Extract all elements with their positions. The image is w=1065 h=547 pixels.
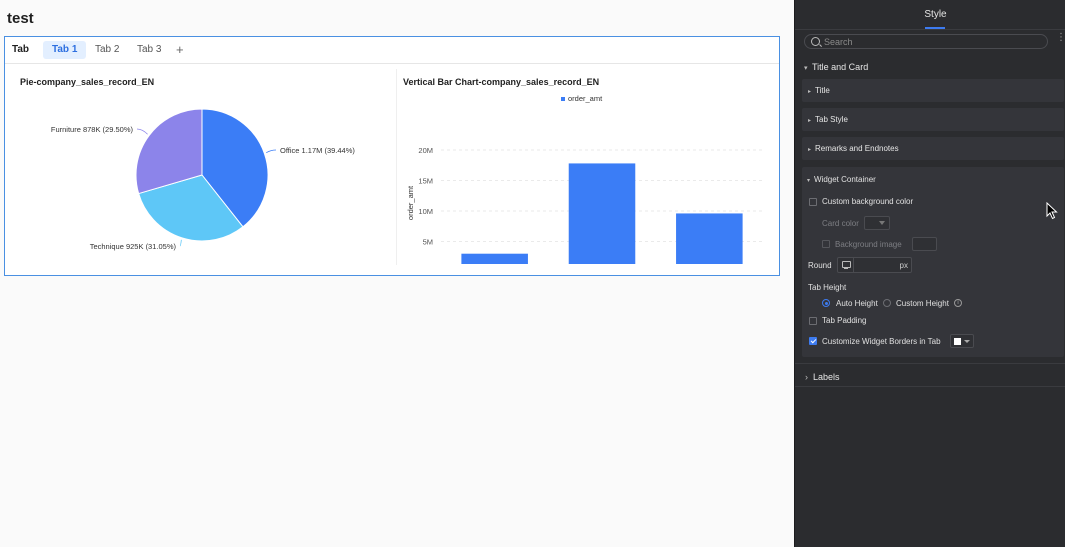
- custom-bg-checkbox[interactable]: [809, 198, 817, 206]
- panel-header: Style: [795, 0, 1065, 30]
- auto-height-radio[interactable]: [822, 299, 830, 307]
- chevron-down-icon: ▾: [807, 178, 811, 184]
- chevron-right-icon: ›: [805, 372, 808, 382]
- pie-chart-card[interactable]: Pie-company_sales_record_EN Office 1.17M…: [5, 64, 395, 264]
- card-color-select[interactable]: [864, 216, 890, 230]
- custom-height-label: Custom Height: [896, 299, 949, 308]
- pie-chart: Office 1.17M (39.44%) Technique 925K (31.…: [51, 108, 355, 251]
- customize-borders-checkbox[interactable]: [809, 337, 817, 345]
- chevron-down-icon: [964, 340, 970, 343]
- color-swatch: [954, 338, 961, 345]
- card-color-label: Card color: [822, 219, 859, 228]
- chevron-down-icon: [879, 221, 885, 225]
- bar-plain[interactable]: [461, 253, 528, 264]
- tab-3[interactable]: Tab 3: [128, 41, 170, 59]
- y-tick-label: 20M: [418, 146, 433, 155]
- section-title-and-card-label: Title and Card: [812, 62, 869, 72]
- pie-label-furniture: Furniture 878K (29.50%): [51, 125, 134, 134]
- pie-label-office: Office 1.17M (39.44%): [280, 146, 355, 155]
- pie-label-technique: Technique 925K (31.05%): [90, 242, 177, 251]
- bar-train[interactable]: [568, 163, 636, 264]
- active-tab-underline: [925, 27, 945, 29]
- row-title-label: Title: [815, 86, 830, 95]
- info-icon[interactable]: i: [954, 299, 962, 307]
- add-tab-button[interactable]: +: [176, 41, 184, 59]
- labels-title: Labels: [813, 372, 840, 382]
- custom-bg-label: Custom background color: [822, 197, 914, 206]
- bar-truck[interactable]: [676, 213, 743, 264]
- search-box[interactable]: [804, 34, 1048, 49]
- bg-image-label: Background image: [835, 240, 902, 249]
- chevron-right-icon: ▸: [808, 147, 812, 153]
- section-title-and-card[interactable]: ▾ Title and Card: [804, 62, 868, 72]
- row-tab-style-label: Tab Style: [815, 115, 848, 124]
- row-remarks[interactable]: ▸ Remarks and Endnotes: [802, 137, 1064, 160]
- y-axis-label: order_amt: [406, 185, 415, 220]
- auto-height-label: Auto Height: [836, 299, 878, 308]
- row-title[interactable]: ▸ Title: [802, 79, 1064, 102]
- bg-image-checkbox[interactable]: [822, 240, 830, 248]
- widget-container-title: Widget Container: [814, 175, 876, 184]
- round-unit: px: [899, 261, 908, 270]
- style-panel: Style ⋮ ▾Title and Card ▸Title ▸Tab Styl…: [794, 0, 1065, 547]
- pie-leader-line: [179, 239, 182, 247]
- bar-chart-card[interactable]: Vertical Bar Chart-company_sales_record_…: [397, 64, 779, 264]
- tab-padding-label: Tab Padding: [822, 316, 867, 325]
- round-input[interactable]: px: [837, 257, 912, 273]
- pie-leader-line: [266, 149, 277, 154]
- pie-leader-line: [136, 128, 148, 135]
- chevron-right-icon: ▸: [808, 89, 812, 95]
- row-tab-style[interactable]: ▸ Tab Style: [802, 108, 1064, 131]
- tab-style[interactable]: Style: [795, 9, 1065, 20]
- row-remarks-label: Remarks and Endnotes: [815, 144, 899, 153]
- tab-padding-checkbox[interactable]: [809, 317, 817, 325]
- border-color-picker[interactable]: [950, 334, 974, 348]
- y-tick-label: 10M: [418, 207, 433, 216]
- tab-widget[interactable]: Tab Tab 1 Tab 2 Tab 3 + Pie-company_sale…: [4, 36, 780, 276]
- tab-1[interactable]: Tab 1: [43, 41, 87, 59]
- monitor-icon[interactable]: [838, 258, 854, 272]
- tab-widget-label: Tab: [12, 44, 30, 55]
- chevron-right-icon: ▸: [808, 118, 812, 124]
- legend-swatch: [561, 97, 565, 101]
- tab-height-label: Tab Height: [808, 283, 847, 292]
- bg-image-picker[interactable]: [912, 237, 937, 251]
- page-title: test: [7, 10, 34, 27]
- chevron-down-icon: ▾: [804, 65, 808, 72]
- tab-bar: Tab Tab 1 Tab 2 Tab 3 +: [5, 37, 779, 64]
- legend-label[interactable]: order_amt: [568, 94, 603, 103]
- custom-height-radio[interactable]: [883, 299, 891, 307]
- search-icon: [811, 37, 820, 46]
- round-label: Round: [808, 261, 832, 270]
- section-labels[interactable]: › Labels: [795, 363, 1065, 387]
- bar-chart: 05M10M15M20MPlainTrainTruckshipping_type…: [406, 94, 763, 264]
- search-input[interactable]: [824, 36, 1039, 48]
- more-vertical-icon[interactable]: ⋮: [1056, 33, 1065, 48]
- y-tick-label: 15M: [418, 177, 433, 186]
- dashboard-canvas: test Tab Tab 1 Tab 2 Tab 3 + Pie-company…: [0, 0, 794, 547]
- widget-container-header[interactable]: ▾ Widget Container: [807, 175, 876, 184]
- y-tick-label: 5M: [423, 238, 433, 247]
- tab-2[interactable]: Tab 2: [86, 41, 128, 59]
- mouse-cursor-icon: [1046, 202, 1058, 220]
- customize-borders-label: Customize Widget Borders in Tab: [822, 337, 941, 346]
